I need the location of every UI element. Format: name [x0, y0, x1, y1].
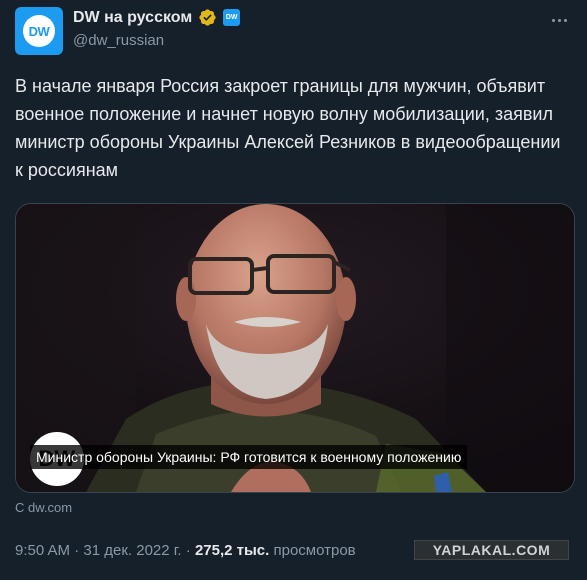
media-card[interactable]: DW Министр обороны Украины: РФ готовится… [15, 203, 575, 493]
avatar[interactable]: DW [15, 7, 63, 55]
media-source-link[interactable]: С dw.com [15, 500, 72, 515]
media-caption: Министр обороны Украины: РФ готовится к … [30, 445, 468, 469]
views-label: просмотров [273, 542, 356, 559]
dot [557, 18, 561, 22]
meta-separator: · [74, 542, 80, 559]
author-display-name[interactable]: DW на русском [73, 9, 192, 27]
tweet-meta: 9:50 AM · 31 дек. 2022 г. · 275,2 тыс. п… [15, 542, 356, 559]
dot [563, 18, 567, 22]
verified-badge-icon[interactable] [198, 8, 217, 27]
dw-avatar-logo: DW [23, 15, 55, 47]
dot [551, 18, 555, 22]
watermark: YAPLAKAL.COM [414, 540, 569, 560]
tweet-date[interactable]: 31 дек. 2022 г. [83, 542, 181, 559]
meta-separator: · [185, 542, 191, 559]
affiliation-badge-icon[interactable]: DW [223, 9, 241, 26]
tweet-text: В начале января Россия закроет границы д… [15, 76, 561, 180]
author-name-row: DW на русском DW [73, 8, 241, 27]
tweet-time[interactable]: 9:50 AM [15, 542, 70, 559]
views-count: 275,2 тыс. [194, 542, 270, 559]
author-handle[interactable]: @dw_russian [73, 32, 164, 49]
more-options-icon[interactable] [547, 10, 571, 30]
